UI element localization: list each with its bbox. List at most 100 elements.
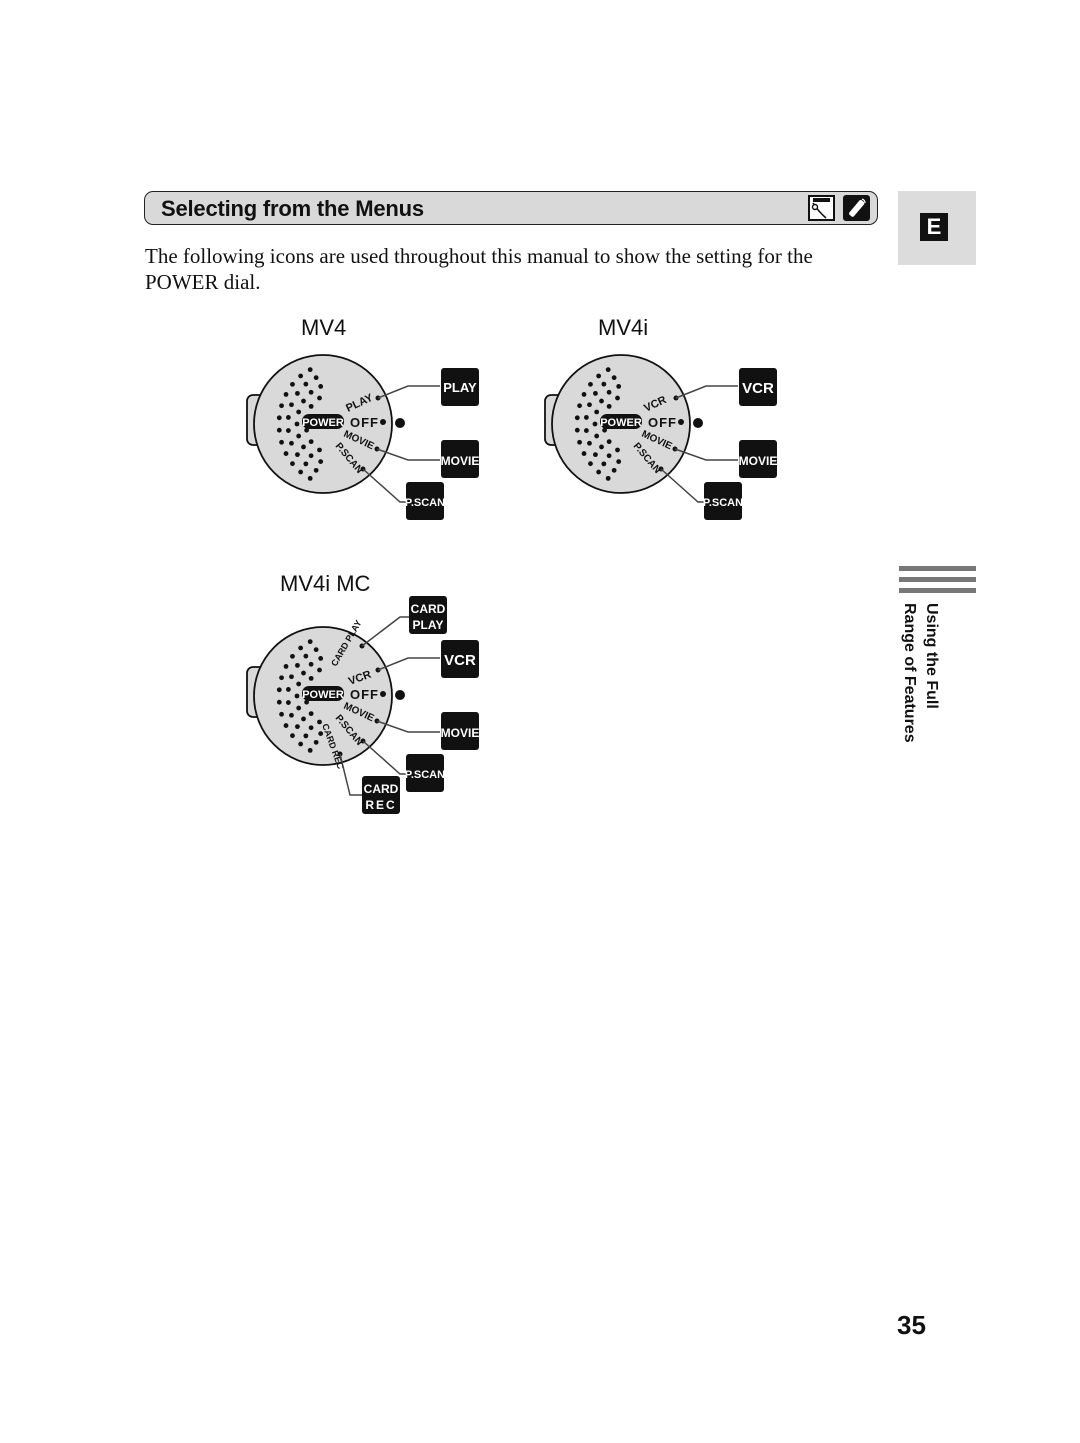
svg-text:PLAY: PLAY: [443, 380, 477, 395]
speaker-hole-dot: [611, 375, 617, 381]
speaker-hole-dot: [276, 699, 282, 705]
speaker-hole-dot: [583, 428, 589, 433]
speaker-hole-dot: [308, 711, 314, 717]
speaker-hole-dot: [601, 461, 607, 467]
model-label-mv4i: MV4i: [598, 315, 649, 340]
speaker-hole-dot: [605, 367, 611, 373]
speaker-hole-dot: [307, 367, 313, 373]
speaker-hole-dot: [303, 653, 309, 659]
speaker-hole-dot: [308, 725, 314, 731]
svg-text:CARD: CARD: [364, 782, 399, 796]
speaker-hole-dot: [290, 733, 295, 739]
sidebar-line1: Using the Full: [923, 603, 940, 709]
speaker-hole-dot: [295, 724, 300, 730]
speaker-hole-dot: [313, 647, 319, 653]
speaker-hole-dot: [308, 439, 314, 445]
speaker-hole-dot: [592, 421, 598, 427]
speaker-hole-dot: [599, 398, 604, 404]
language-letter: E: [920, 213, 948, 241]
speaker-hole-dot: [294, 693, 300, 699]
speaker-hole-dot: [611, 467, 617, 473]
speaker-hole-dot: [593, 452, 598, 458]
camera-mode-icon: [808, 195, 835, 221]
speaker-hole-dot: [616, 459, 622, 464]
speaker-hole-dot: [606, 403, 612, 409]
speaker-hole-dot: [318, 384, 324, 389]
speaker-hole-dot: [606, 453, 612, 459]
speaker-hole-dot: [596, 373, 602, 379]
speaker-hole-dot: [276, 687, 282, 693]
model-label-mv4i-mc: MV4i MC: [280, 571, 371, 596]
speaker-hole-dot: [289, 712, 294, 718]
intro-paragraph: The following icons are used throughout …: [145, 244, 813, 294]
svg-text:P.SCAN: P.SCAN: [405, 769, 445, 781]
speaker-hole-dot: [283, 392, 289, 397]
speaker-hole-dot: [308, 403, 314, 409]
speaker-hole-dot: [308, 675, 314, 681]
speaker-hole-dot: [290, 461, 295, 467]
power-label: POWER: [302, 417, 344, 429]
speaker-hole-dot: [301, 444, 306, 450]
power-label: POWER: [302, 689, 344, 701]
speaker-hole-dot: [307, 475, 313, 481]
speaker-hole-dot: [290, 381, 295, 387]
speaker-hole-dot: [307, 747, 313, 753]
speaker-hole-dot: [318, 656, 324, 661]
speaker-hole-dot: [587, 402, 592, 408]
section-title: Selecting from the Menus: [161, 196, 424, 221]
speaker-hole-dot: [289, 402, 294, 408]
speaker-hole-dot: [279, 403, 284, 409]
speaker-hole-dot: [289, 674, 294, 680]
speaker-hole-dot: [289, 440, 294, 446]
speaker-hole-dot: [318, 459, 324, 464]
svg-text:P.SCAN: P.SCAN: [405, 497, 445, 509]
speaker-hole-dot: [605, 475, 611, 481]
sidebar-section-label: Using the Full Range of Features: [896, 603, 956, 753]
remote-control-icon: [843, 195, 870, 221]
svg-text:VCR: VCR: [742, 380, 774, 397]
speaker-hole-dot: [317, 719, 322, 725]
speaker-hole-dot: [588, 461, 593, 467]
speaker-hole-dot: [279, 439, 284, 445]
speaker-hole-dot: [296, 433, 302, 439]
speaker-hole-dot: [296, 705, 302, 711]
speaker-hole-dot: [577, 403, 582, 409]
speaker-hole-dot: [313, 375, 319, 381]
speaker-hole-dot: [606, 389, 612, 395]
speaker-hole-dot: [301, 670, 306, 676]
power-label: POWER: [600, 417, 642, 429]
speaker-hole-dot: [308, 389, 314, 395]
speaker-hole-dot: [594, 433, 600, 439]
speaker-hole-dot: [588, 381, 593, 387]
speaker-hole-dot: [294, 421, 300, 427]
dial-pos-off: OFF: [350, 687, 379, 702]
speaker-hole-dot: [279, 675, 284, 681]
speaker-hole-dot: [298, 373, 304, 379]
speaker-hole-dot: [577, 439, 582, 445]
speaker-hole-dot: [594, 409, 600, 415]
power-dial-diagram-mv4: POWER OFF PLAY MOVIE P.SCAN PLAY MOVIE P…: [246, 354, 479, 520]
speaker-hole-dot: [616, 384, 622, 389]
speaker-hole-dot: [298, 469, 304, 475]
speaker-hole-dot: [317, 667, 322, 673]
dial-indicator-dot: [693, 418, 703, 428]
speaker-hole-dot: [283, 451, 289, 456]
speaker-hole-dot: [596, 469, 602, 475]
speaker-hole-dot: [601, 381, 607, 387]
speaker-hole-dot: [581, 451, 587, 456]
svg-text:VCR: VCR: [444, 652, 476, 669]
svg-text:P.SCAN: P.SCAN: [703, 497, 743, 509]
model-label-mv4: MV4: [301, 315, 347, 340]
speaker-hole-dot: [285, 428, 291, 433]
section-header: Selecting from the Menus: [144, 191, 878, 225]
speaker-hole-dot: [295, 390, 300, 396]
speaker-hole-dot: [296, 681, 302, 687]
dial-pos-off: OFF: [350, 415, 379, 430]
svg-text:CARD: CARD: [411, 602, 446, 616]
dial-indicator-dot: [395, 418, 405, 428]
speaker-hole-dot: [279, 711, 284, 717]
speaker-hole-dot: [307, 639, 313, 645]
speaker-hole-dot: [587, 440, 592, 446]
svg-text:MOVIE: MOVIE: [739, 454, 778, 468]
svg-text:MOVIE: MOVIE: [441, 726, 480, 740]
